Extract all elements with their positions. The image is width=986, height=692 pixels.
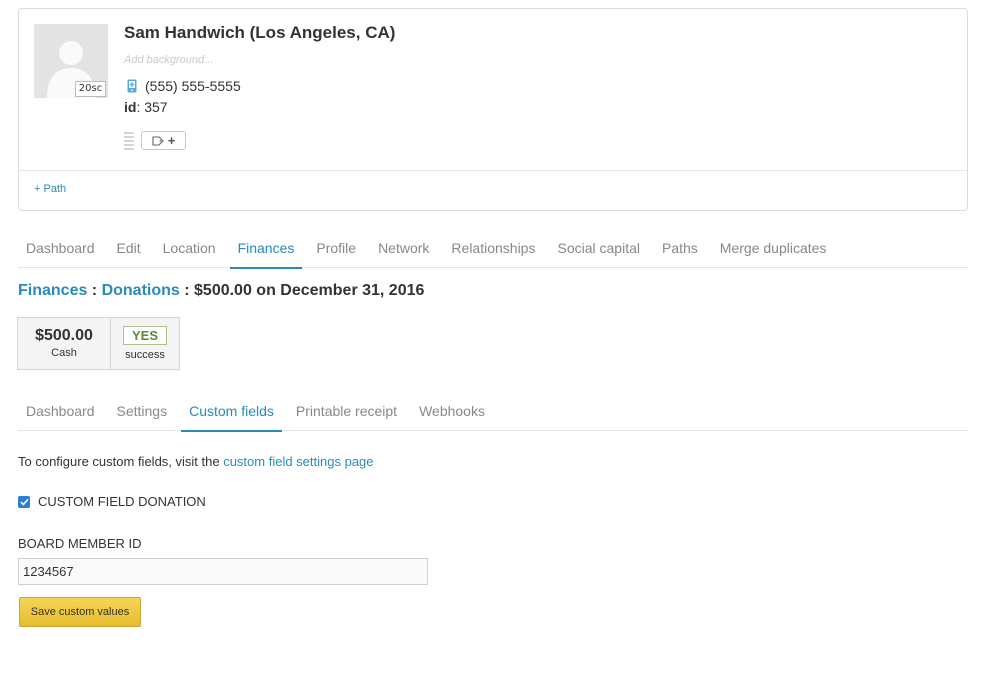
add-path-link[interactable]: + Path — [34, 183, 66, 195]
tab-finances[interactable]: Finances — [229, 231, 303, 269]
checkmark-icon — [19, 498, 29, 506]
custom-field-settings-link[interactable]: custom field settings page — [223, 454, 373, 469]
payment-method: Cash — [51, 347, 77, 359]
save-custom-values-button[interactable]: Save custom values — [19, 597, 141, 627]
tab-dashboard[interactable]: Dashboard — [18, 231, 103, 268]
subtab-dashboard[interactable]: Dashboard — [18, 394, 103, 431]
profile-card: 20sc Sam Handwich (Los Angeles, CA) Add … — [18, 8, 968, 211]
plus-icon: + — [167, 133, 176, 148]
tab-edit[interactable]: Edit — [109, 231, 149, 268]
add-background-link[interactable]: Add background... — [124, 54, 213, 66]
tag-icon — [152, 135, 164, 146]
donation-amount: $500.00 — [35, 327, 93, 344]
sub-tabs: Dashboard Settings Custom fields Printab… — [18, 394, 968, 432]
card-divider — [19, 170, 967, 171]
tab-relationships[interactable]: Relationships — [443, 231, 543, 268]
breadcrumb: Finances : Donations : $500.00 on Decemb… — [18, 282, 424, 300]
board-member-id-input[interactable] — [18, 558, 428, 585]
subtab-printable-receipt[interactable]: Printable receipt — [288, 394, 405, 431]
breadcrumb-finances-link[interactable]: Finances — [18, 282, 87, 299]
phone-number: (555) 555-5555 — [145, 78, 241, 94]
avatar[interactable]: 20sc — [34, 24, 108, 98]
subtab-webhooks[interactable]: Webhooks — [411, 394, 493, 431]
custom-fields-info: To configure custom fields, visit the cu… — [18, 454, 374, 469]
info-text: To configure custom fields, visit the — [18, 454, 224, 469]
id-label: id — [124, 99, 137, 115]
tab-profile[interactable]: Profile — [308, 231, 364, 268]
breadcrumb-donations-link[interactable]: Donations — [102, 282, 180, 299]
subtab-custom-fields[interactable]: Custom fields — [181, 394, 282, 432]
board-member-id-label: BOARD MEMBER ID — [18, 536, 142, 551]
phone-icon — [127, 79, 137, 93]
id-value: 357 — [144, 99, 168, 115]
drag-handle-icon[interactable] — [124, 132, 134, 150]
status-text: success — [125, 349, 165, 361]
tab-paths[interactable]: Paths — [654, 231, 706, 268]
donation-summary: $500.00 Cash YES success — [17, 317, 180, 370]
custom-field-donation-label: CUSTOM FIELD DONATION — [38, 494, 206, 509]
amount-cell: $500.00 Cash — [18, 318, 111, 369]
custom-field-donation-row: CUSTOM FIELD DONATION — [18, 494, 206, 509]
status-badge: YES — [122, 326, 167, 345]
avatar-badge: 20sc — [75, 81, 106, 97]
add-tag-button[interactable]: + — [141, 131, 186, 150]
subtab-settings[interactable]: Settings — [109, 394, 176, 431]
custom-field-donation-checkbox[interactable] — [18, 495, 30, 508]
breadcrumb-separator: : — [87, 282, 102, 299]
id-separator: : — [136, 99, 141, 115]
main-tabs: Dashboard Edit Location Finances Profile… — [18, 231, 968, 269]
status-cell: YES success — [111, 318, 179, 369]
id-row: id: 357 — [124, 99, 168, 115]
tab-network[interactable]: Network — [370, 231, 437, 268]
breadcrumb-detail: : $500.00 on December 31, 2016 — [179, 282, 425, 299]
tab-merge-duplicates[interactable]: Merge duplicates — [712, 231, 835, 268]
tab-social-capital[interactable]: Social capital — [549, 231, 648, 268]
tab-location[interactable]: Location — [155, 231, 224, 268]
phone-row: (555) 555-5555 — [127, 78, 241, 94]
person-name: Sam Handwich (Los Angeles, CA) — [124, 23, 396, 42]
